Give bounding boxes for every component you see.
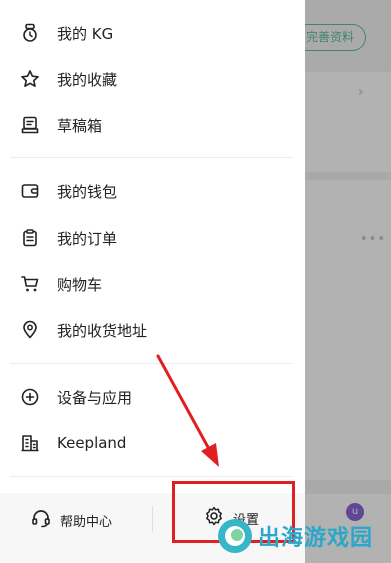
watermark-text: 出海游戏园 — [258, 526, 374, 551]
watermark-logo-icon — [218, 519, 252, 553]
annotation-arrow — [156, 354, 219, 467]
watermark: 出海游戏园 — [216, 515, 373, 557]
